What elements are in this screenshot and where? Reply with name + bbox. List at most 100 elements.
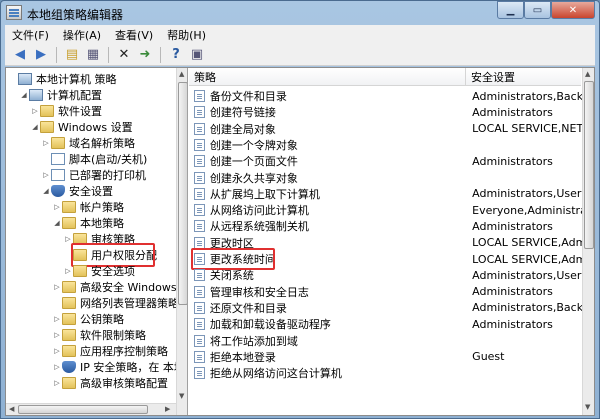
policy-document-icon bbox=[194, 285, 205, 298]
policy-row[interactable]: 从扩展坞上取下计算机 Administrators,Users bbox=[189, 186, 582, 202]
doc-icon bbox=[51, 153, 65, 165]
tree-item[interactable]: ◢ 本地策略 bbox=[52, 215, 124, 231]
policy-row[interactable]: 加载和卸载设备驱动程序 Administrators bbox=[189, 316, 582, 332]
close-button[interactable]: ✕ bbox=[551, 1, 595, 19]
menu-file[interactable]: 文件(F) bbox=[5, 27, 56, 43]
policy-document-icon bbox=[194, 220, 205, 233]
policy-row[interactable]: 管理审核和安全日志 Administrators bbox=[189, 284, 582, 300]
tree-horizontal-scrollbar[interactable]: ◀ ▶ bbox=[6, 403, 176, 415]
tree-item[interactable]: ◢ 计算机配置 bbox=[19, 87, 102, 103]
policy-row[interactable]: 将工作站添加到域 bbox=[189, 333, 582, 349]
expanded-arrow-icon[interactable]: ◢ bbox=[52, 219, 62, 227]
scroll-up-icon[interactable]: ▲ bbox=[585, 70, 590, 78]
scroll-thumb[interactable] bbox=[584, 81, 594, 249]
tree-item[interactable]: ▷ 高级审核策略配置 bbox=[52, 375, 168, 391]
policy-row[interactable]: 从远程系统强制关机 Administrators bbox=[189, 218, 582, 234]
policy-row[interactable]: 拒绝本地登录 Guest bbox=[189, 349, 582, 365]
tree-vertical-scrollbar[interactable]: ▲ ▼ bbox=[176, 68, 187, 415]
scroll-up-icon[interactable]: ▲ bbox=[179, 70, 184, 78]
policy-row[interactable]: 创建符号链接 Administrators bbox=[189, 104, 582, 120]
scroll-down-icon[interactable]: ▼ bbox=[585, 403, 590, 411]
collapsed-arrow-icon[interactable]: ▷ bbox=[52, 347, 62, 355]
collapsed-arrow-icon[interactable]: ▷ bbox=[52, 331, 62, 339]
policy-setting: Administrators,Users bbox=[472, 187, 582, 201]
expanded-arrow-icon[interactable]: ◢ bbox=[30, 123, 40, 131]
collapsed-arrow-icon[interactable]: ▷ bbox=[52, 379, 62, 387]
export-icon[interactable]: ➜ bbox=[136, 46, 154, 64]
tree-item-label: 应用程序控制策略 bbox=[80, 345, 168, 358]
tree-item[interactable]: ▷ 应用程序控制策略 bbox=[52, 343, 168, 359]
policy-row[interactable]: 从网络访问此计算机 Everyone,Administrat... bbox=[189, 202, 582, 218]
tree-item[interactable]: ◢ Windows 设置 bbox=[30, 119, 133, 135]
policy-row[interactable]: 创建一个页面文件 Administrators bbox=[189, 153, 582, 169]
tree-item-label: 软件限制策略 bbox=[80, 329, 146, 342]
tree-item-label: IP 安全策略，在 本地 bbox=[80, 361, 185, 374]
maximize-button[interactable]: ▭ bbox=[524, 1, 551, 19]
policy-row[interactable]: 关闭系统 Administrators,Users,... bbox=[189, 267, 582, 283]
back-arrow-icon[interactable]: ◀ bbox=[11, 46, 29, 64]
list-vertical-scrollbar[interactable]: ▲ ▼ bbox=[582, 68, 594, 415]
policy-row[interactable]: 还原文件和目录 Administrators,Backu... bbox=[189, 300, 582, 316]
tree-item[interactable]: 网络列表管理器策略 bbox=[52, 295, 179, 311]
scroll-thumb[interactable] bbox=[18, 405, 148, 414]
up-folder-icon[interactable]: ▤ bbox=[63, 46, 81, 64]
collapsed-arrow-icon[interactable]: ▷ bbox=[63, 267, 73, 275]
tree-item[interactable]: ▷ 软件设置 bbox=[30, 103, 102, 119]
policy-document-icon bbox=[194, 367, 205, 380]
menu-help[interactable]: 帮助(H) bbox=[160, 27, 213, 43]
delete-icon[interactable]: ✕ bbox=[115, 46, 133, 64]
policy-row[interactable]: 备份文件和目录 Administrators,Backu... bbox=[189, 88, 582, 104]
folder-icon bbox=[62, 329, 76, 341]
menu-view[interactable]: 查看(V) bbox=[108, 27, 160, 43]
scroll-left-icon[interactable]: ◀ bbox=[9, 405, 14, 413]
title-bar[interactable]: 本地组策略编辑器 ▁ ▭ ✕ bbox=[1, 1, 599, 25]
tree-item[interactable]: ▷ 帐户策略 bbox=[52, 199, 124, 215]
collapsed-arrow-icon[interactable]: ▷ bbox=[52, 363, 62, 371]
main-content: 本地计算机 策略 ◢ 计算机配置 ▷ 软件设置 ◢ Windows 设置 ▷ 域名解析策略 脚本(… bbox=[5, 67, 595, 416]
tree-item[interactable]: ▷ IP 安全策略，在 本地 bbox=[52, 359, 185, 375]
tree-item[interactable]: ▷ 安全选项 bbox=[63, 263, 135, 279]
tree-item[interactable]: ▷ 公钥策略 bbox=[52, 311, 124, 327]
expanded-arrow-icon[interactable]: ◢ bbox=[19, 91, 29, 99]
tree-item[interactable]: ▷ 域名解析策略 bbox=[41, 135, 135, 151]
forward-arrow-icon[interactable]: ▶ bbox=[32, 46, 50, 64]
policy-setting: Administrators bbox=[472, 154, 553, 168]
collapsed-arrow-icon[interactable]: ▷ bbox=[30, 107, 40, 115]
column-header-policy[interactable]: 策略 bbox=[189, 68, 466, 86]
tree-item[interactable]: 脚本(启动/关机) bbox=[41, 151, 147, 167]
policy-name: 加载和卸载设备驱动程序 bbox=[209, 318, 331, 332]
show-hide-tree-icon[interactable]: ▦ bbox=[84, 46, 102, 64]
expanded-arrow-icon[interactable]: ◢ bbox=[41, 187, 51, 195]
tree-item[interactable]: ▷ 已部署的打印机 bbox=[41, 167, 146, 183]
policy-row[interactable]: 创建一个令牌对象 bbox=[189, 137, 582, 153]
shield-icon bbox=[62, 361, 76, 373]
folder-icon bbox=[51, 137, 65, 149]
folder-icon bbox=[62, 313, 76, 325]
tree-item-label: 计算机配置 bbox=[47, 89, 102, 102]
collapsed-arrow-icon[interactable]: ▷ bbox=[52, 203, 62, 211]
collapsed-arrow-icon[interactable]: ▷ bbox=[41, 139, 51, 147]
tree-item[interactable]: ▷ 高级安全 Windows bbox=[52, 279, 177, 295]
policy-document-icon bbox=[194, 269, 205, 282]
properties-icon[interactable]: ▣ bbox=[188, 46, 206, 64]
column-header-setting[interactable]: 安全设置 bbox=[466, 68, 581, 86]
menu-action[interactable]: 操作(A) bbox=[56, 27, 108, 43]
scroll-right-icon[interactable]: ▶ bbox=[165, 405, 170, 413]
collapsed-arrow-icon[interactable]: ▷ bbox=[52, 315, 62, 323]
tree-item[interactable]: 本地计算机 策略 bbox=[8, 71, 117, 87]
scroll-thumb[interactable] bbox=[178, 82, 187, 305]
scroll-down-icon[interactable]: ▼ bbox=[179, 392, 184, 400]
tree-item-label: 高级审核策略配置 bbox=[80, 377, 168, 390]
collapsed-arrow-icon[interactable]: ▷ bbox=[41, 171, 51, 179]
collapsed-arrow-icon[interactable]: ▷ bbox=[63, 235, 73, 243]
policy-row[interactable]: 创建永久共享对象 bbox=[189, 170, 582, 186]
minimize-button[interactable]: ▁ bbox=[497, 1, 524, 19]
tree-item[interactable]: ◢ 安全设置 bbox=[41, 183, 113, 199]
collapsed-arrow-icon[interactable]: ▷ bbox=[52, 283, 62, 291]
policy-setting: Administrators bbox=[472, 219, 553, 233]
help-icon[interactable]: ? bbox=[167, 46, 185, 64]
tree-item[interactable]: ▷ 软件限制策略 bbox=[52, 327, 146, 343]
policy-row[interactable]: 拒绝从网络访问这台计算机 bbox=[189, 365, 582, 381]
policy-row[interactable]: 创建全局对象 LOCAL SERVICE,NET... bbox=[189, 121, 582, 137]
pc-icon bbox=[29, 89, 43, 101]
